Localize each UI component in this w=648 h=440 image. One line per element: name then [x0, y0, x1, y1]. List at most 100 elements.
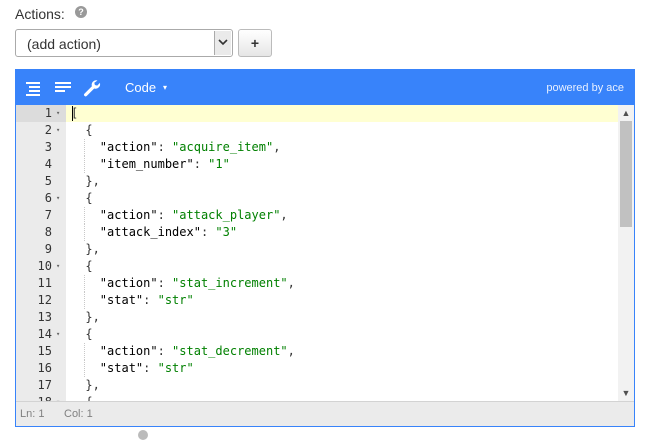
- format-icon[interactable]: [24, 78, 44, 98]
- line-number: 14: [37, 327, 52, 341]
- key-token: "item_number": [99, 157, 194, 171]
- indent-guide: [84, 360, 86, 377]
- indent-guide: [84, 139, 86, 156]
- line-number: 8: [44, 225, 52, 239]
- code-line[interactable]: 2 ▾ {: [16, 122, 616, 139]
- punctuation-token: ,: [273, 140, 281, 154]
- code-line[interactable]: 8 "attack_index": "3": [16, 224, 616, 241]
- code-line[interactable]: 4 "item_number": "1": [16, 156, 616, 173]
- punctuation-token: },: [85, 310, 100, 324]
- code-line[interactable]: 10 ▾ {: [16, 258, 616, 275]
- help-icon[interactable]: [138, 430, 148, 440]
- punctuation-token: :: [157, 276, 173, 290]
- powered-by-ace-link[interactable]: powered by ace: [546, 82, 624, 94]
- editor-menu-bar: Code ▾ powered by ace: [16, 70, 634, 105]
- indent-guide: [84, 343, 86, 360]
- code-line[interactable]: 1 ▾[: [16, 105, 616, 122]
- string-token: "acquire_item": [172, 140, 274, 154]
- code-line[interactable]: 18 ▾ {: [16, 394, 616, 401]
- string-token: "stat_increment": [172, 276, 288, 290]
- punctuation-token: },: [85, 174, 100, 188]
- text-cursor: [72, 106, 73, 121]
- indent-guide: [84, 275, 86, 292]
- punctuation-token: :: [193, 157, 209, 171]
- punctuation-token: {: [85, 259, 93, 273]
- json-editor: Code ▾ powered by ace 1 ▾[2 ▾{3 "action": "…: [15, 69, 635, 427]
- code-line[interactable]: 17},: [16, 377, 616, 394]
- line-number: 2: [44, 123, 52, 137]
- code-line[interactable]: 9},: [16, 241, 616, 258]
- key-token: "attack_index": [99, 225, 201, 239]
- line-number: 16: [37, 361, 52, 375]
- code-line[interactable]: 5},: [16, 173, 616, 190]
- punctuation-token: },: [85, 242, 100, 256]
- status-bar: Ln: 1 Col: 1: [16, 401, 634, 426]
- caret-down-icon[interactable]: ▾: [163, 83, 167, 92]
- punctuation-token: {: [85, 191, 93, 205]
- string-token: "stat_decrement": [172, 344, 288, 358]
- line-number: 1: [44, 106, 52, 120]
- status-column-number: Col: 1: [64, 408, 93, 420]
- punctuation-token: {: [85, 327, 93, 341]
- fold-toggle-icon[interactable]: ▾: [56, 122, 60, 139]
- key-token: "action": [99, 140, 158, 154]
- code-text: },: [85, 377, 99, 394]
- punctuation-token: :: [157, 208, 173, 222]
- fold-toggle-icon[interactable]: ▾: [56, 105, 60, 122]
- add-action-button[interactable]: +: [238, 29, 272, 57]
- compact-icon[interactable]: [53, 78, 73, 98]
- actions-label: Actions:: [15, 6, 65, 22]
- fold-toggle-icon[interactable]: ▾: [56, 394, 60, 401]
- line-number: 3: [44, 140, 52, 154]
- key-token: "action": [99, 208, 158, 222]
- string-token: "3": [215, 225, 238, 239]
- code-line[interactable]: 11 "action": "stat_increment",: [16, 275, 616, 292]
- code-text: },: [85, 241, 99, 258]
- line-number: 17: [37, 378, 52, 392]
- punctuation-token: :: [157, 140, 173, 154]
- code-text: {: [85, 190, 92, 207]
- punctuation-token: :: [143, 293, 158, 307]
- code-text: "action": "stat_decrement",: [100, 343, 295, 360]
- code-line[interactable]: 14 ▾ {: [16, 326, 616, 343]
- punctuation-token: :: [200, 225, 216, 239]
- code-line[interactable]: 7 "action": "attack_player",: [16, 207, 616, 224]
- fold-toggle-icon[interactable]: ▾: [56, 326, 60, 343]
- code-text: },: [85, 309, 99, 326]
- line-number: 9: [44, 242, 52, 256]
- scroll-down-arrow-icon[interactable]: ▼: [620, 386, 632, 400]
- punctuation-token: ,: [287, 344, 295, 358]
- fold-toggle-icon[interactable]: ▾: [56, 190, 60, 207]
- punctuation-token: },: [85, 378, 100, 392]
- code-text: },: [85, 173, 99, 190]
- line-number: 11: [37, 276, 52, 290]
- key-token: "stat": [99, 361, 144, 375]
- punctuation-token: :: [157, 344, 173, 358]
- question-circle-icon[interactable]: ?: [75, 6, 87, 18]
- code-line[interactable]: 3 "action": "acquire_item",: [16, 139, 616, 156]
- punctuation-token: ,: [287, 276, 295, 290]
- punctuation-token: {: [85, 123, 93, 137]
- code-text: "item_number": "1": [100, 156, 230, 173]
- line-number: 18: [16, 394, 52, 401]
- code-text: "action": "stat_increment",: [100, 275, 295, 292]
- chevron-down-icon[interactable]: [214, 31, 231, 55]
- scrollbar-thumb[interactable]: [620, 121, 632, 227]
- code-line[interactable]: 12 "stat": "str": [16, 292, 616, 309]
- code-line[interactable]: 6 ▾ {: [16, 190, 616, 207]
- code-line[interactable]: 15 "action": "stat_decrement",: [16, 343, 616, 360]
- select-value: (add action): [27, 36, 101, 52]
- key-token: "action": [99, 344, 158, 358]
- repair-wrench-icon[interactable]: [82, 78, 102, 98]
- key-token: "action": [99, 276, 158, 290]
- fold-toggle-icon[interactable]: ▾: [56, 258, 60, 275]
- scroll-up-arrow-icon[interactable]: ▲: [620, 106, 632, 120]
- code-line[interactable]: 16 "stat": "str": [16, 360, 616, 377]
- add-action-select[interactable]: (add action): [15, 29, 233, 57]
- string-token: "str": [157, 293, 194, 307]
- code-line[interactable]: 13},: [16, 309, 616, 326]
- punctuation-token: :: [143, 361, 158, 375]
- mode-dropdown[interactable]: Code: [125, 80, 156, 95]
- code-area[interactable]: 1 ▾[2 ▾{3 "action": "acquire_item", 4 "item_n…: [16, 105, 634, 401]
- code-text: "stat": "str": [100, 292, 194, 309]
